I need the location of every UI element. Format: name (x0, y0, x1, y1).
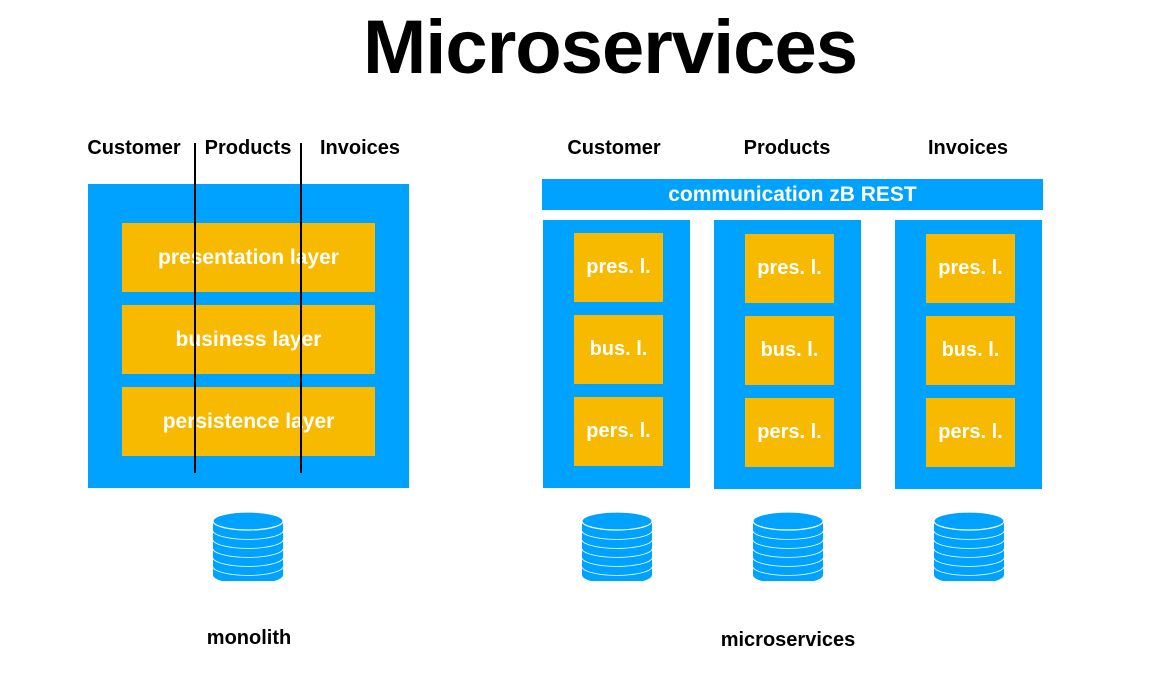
layer-label: pres. l. (938, 257, 1003, 279)
layer-label: pres. l. (757, 257, 822, 279)
monolith-persistence-layer: persistence layer (122, 387, 375, 456)
products-presentation-layer: pres. l. (745, 234, 834, 303)
monolith-presentation-layer: presentation layer (122, 223, 375, 292)
database-icon (212, 511, 284, 581)
database-icon (933, 511, 1005, 581)
layer-label: bus. l. (941, 339, 1000, 361)
customer-persistence-layer: pers. l. (574, 397, 663, 466)
database-icon (581, 511, 653, 581)
service-column-label-invoices: Invoices (927, 137, 1009, 159)
invoices-persistence-layer: pers. l. (926, 398, 1015, 467)
service-column-label-customer: Customer (567, 137, 661, 159)
monolith-column-label-customer: Customer (87, 137, 181, 159)
layer-label: bus. l. (760, 339, 819, 361)
customer-presentation-layer: pres. l. (574, 233, 663, 302)
customer-business-layer: bus. l. (574, 315, 663, 384)
monolith-column-label-invoices: Invoices (319, 137, 401, 159)
monolith-divider-line-2 (300, 143, 302, 473)
monolith-divider-line-1 (194, 143, 196, 473)
products-business-layer: bus. l. (745, 316, 834, 385)
database-top (581, 511, 653, 531)
microservices-caption: microservices (720, 629, 856, 651)
monolith-column-label-products: Products (204, 137, 292, 159)
monolith-business-layer: business layer (122, 305, 375, 374)
page-title: Microservices (363, 5, 858, 90)
database-top (752, 511, 824, 531)
layer-label: pers. l. (938, 421, 1003, 443)
monolith-caption: monolith (206, 627, 292, 649)
communication-bar: communication zB REST (542, 179, 1043, 210)
invoices-business-layer: bus. l. (926, 316, 1015, 385)
layer-label: bus. l. (589, 338, 648, 360)
database-top (212, 511, 284, 531)
database-icon (752, 511, 824, 581)
products-persistence-layer: pers. l. (745, 398, 834, 467)
service-column-label-products: Products (743, 137, 831, 159)
layer-label: pers. l. (757, 421, 822, 443)
layer-label: presentation layer (158, 245, 339, 269)
layer-label: pres. l. (586, 256, 651, 278)
communication-label: communication zB REST (668, 182, 917, 206)
layer-label: pers. l. (586, 420, 651, 442)
layer-label: persistence layer (162, 409, 335, 433)
invoices-presentation-layer: pres. l. (926, 234, 1015, 303)
database-top (933, 511, 1005, 531)
